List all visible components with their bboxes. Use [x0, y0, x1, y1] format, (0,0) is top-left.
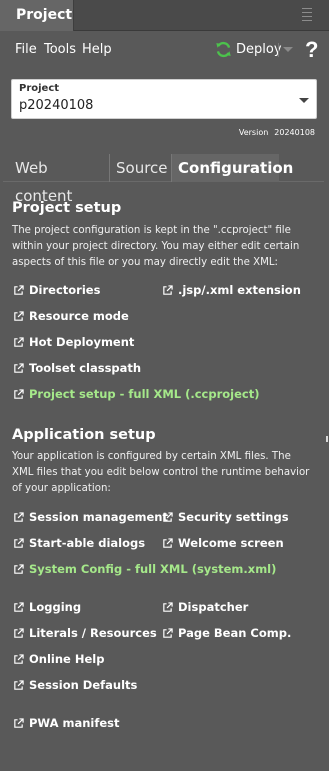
- link-literals-resources[interactable]: Literals / Resources: [13, 626, 157, 640]
- version-label: Version: [238, 128, 269, 137]
- link-jsp-xml-label: .jsp/.xml extension: [178, 283, 301, 297]
- menu-tools[interactable]: Tools: [44, 42, 76, 57]
- link-welcome-screen[interactable]: Welcome screen: [162, 536, 284, 550]
- project-setup-heading: Project setup: [12, 200, 122, 216]
- version-info: Version 20240108: [239, 128, 315, 137]
- external-link-icon: [14, 284, 24, 295]
- help-icon[interactable]: ?: [305, 37, 318, 63]
- menu-help[interactable]: Help: [82, 42, 112, 57]
- link-hot-deployment[interactable]: Hot Deployment: [13, 335, 134, 349]
- deploy-dropdown-icon[interactable]: [283, 47, 293, 52]
- link-session-management[interactable]: Session management: [13, 510, 168, 524]
- external-link-icon: [163, 511, 173, 522]
- link-page-bean-label: Page Bean Comp.: [178, 626, 292, 640]
- chevron-down-icon: [299, 98, 309, 103]
- version-value: 20240108: [274, 128, 315, 137]
- link-startable-dialogs[interactable]: Start-able dialogs: [13, 536, 145, 550]
- external-link-icon: [14, 601, 24, 612]
- external-link-icon: [14, 310, 24, 321]
- link-session-management-label: Session management: [29, 510, 168, 524]
- link-directories[interactable]: Directories: [13, 283, 100, 297]
- link-resource-mode[interactable]: Resource mode: [13, 309, 129, 323]
- deploy-label: Deploy: [236, 41, 282, 57]
- scrollbar-thumb[interactable]: [326, 436, 328, 442]
- project-select[interactable]: Project p20240108: [11, 79, 317, 119]
- deploy-separator: [278, 43, 279, 57]
- external-link-icon: [14, 388, 24, 399]
- link-pwa-manifest-label: PWA manifest: [29, 716, 120, 730]
- external-link-icon: [14, 362, 24, 373]
- external-link-icon: [163, 627, 173, 638]
- external-link-icon: [163, 284, 173, 295]
- link-welcome-screen-label: Welcome screen: [178, 536, 284, 550]
- tab-source[interactable]: Source: [110, 154, 172, 182]
- tab-configuration[interactable]: Configuration: [172, 154, 293, 182]
- external-link-icon: [14, 336, 24, 347]
- link-jsp-xml-extension[interactable]: .jsp/.xml extension: [162, 283, 301, 297]
- link-startable-dialogs-label: Start-able dialogs: [29, 536, 146, 550]
- link-session-defaults[interactable]: Session Defaults: [13, 678, 137, 692]
- link-hot-deployment-label: Hot Deployment: [29, 335, 135, 349]
- link-project-setup-full-xml-label: Project setup - full XML (.ccproject): [29, 387, 260, 401]
- title-bar: Project: [0, 0, 329, 31]
- external-link-icon: [14, 511, 24, 522]
- project-setup-description: The project configuration is kept in the…: [12, 225, 300, 268]
- external-link-icon: [14, 653, 24, 664]
- link-online-help[interactable]: Online Help: [13, 652, 104, 666]
- link-system-config-full-xml[interactable]: System Config - full XML (system.xml): [13, 562, 276, 576]
- link-toolset-classpath-label: Toolset classpath: [29, 361, 142, 375]
- external-link-icon: [14, 537, 24, 548]
- application-setup-description: Your application is configured by certai…: [12, 451, 310, 494]
- panel-title-tab[interactable]: Project: [0, 0, 74, 31]
- link-dispatcher[interactable]: Dispatcher: [162, 600, 248, 614]
- menu-bar: File Tools Help Deploy ?: [0, 31, 329, 68]
- tab-bar: Web content Source Configuration: [3, 154, 324, 205]
- deploy-button[interactable]: Deploy: [215, 39, 282, 59]
- external-link-icon: [163, 537, 173, 548]
- hamburger-icon[interactable]: [302, 8, 312, 21]
- link-system-config-label: System Config - full XML (system.xml): [29, 562, 277, 576]
- link-toolset-classpath[interactable]: Toolset classpath: [13, 361, 141, 375]
- link-resource-mode-label: Resource mode: [29, 309, 129, 323]
- link-directories-label: Directories: [29, 283, 101, 297]
- link-session-defaults-label: Session Defaults: [29, 678, 138, 692]
- project-select-value: p20240108: [19, 98, 94, 113]
- external-link-icon: [14, 627, 24, 638]
- link-pwa-manifest[interactable]: PWA manifest: [13, 716, 120, 730]
- external-link-icon: [14, 717, 24, 728]
- application-setup-heading: Application setup: [12, 427, 156, 443]
- tab-web-content[interactable]: Web content: [3, 154, 110, 205]
- link-logging-label: Logging: [29, 600, 82, 614]
- link-dispatcher-label: Dispatcher: [178, 600, 249, 614]
- menu-file[interactable]: File: [15, 42, 37, 57]
- refresh-icon: [216, 41, 231, 57]
- link-security-settings[interactable]: Security settings: [162, 510, 289, 524]
- link-logging[interactable]: Logging: [13, 600, 81, 614]
- link-online-help-label: Online Help: [29, 652, 105, 666]
- link-project-setup-full-xml[interactable]: Project setup - full XML (.ccproject): [13, 387, 260, 401]
- project-select-label: Project: [19, 83, 60, 94]
- external-link-icon: [14, 679, 24, 690]
- external-link-icon: [14, 563, 24, 574]
- external-link-icon: [163, 601, 173, 612]
- link-security-settings-label: Security settings: [178, 510, 289, 524]
- link-page-bean-comp[interactable]: Page Bean Comp.: [162, 626, 291, 640]
- link-literals-label: Literals / Resources: [29, 626, 157, 640]
